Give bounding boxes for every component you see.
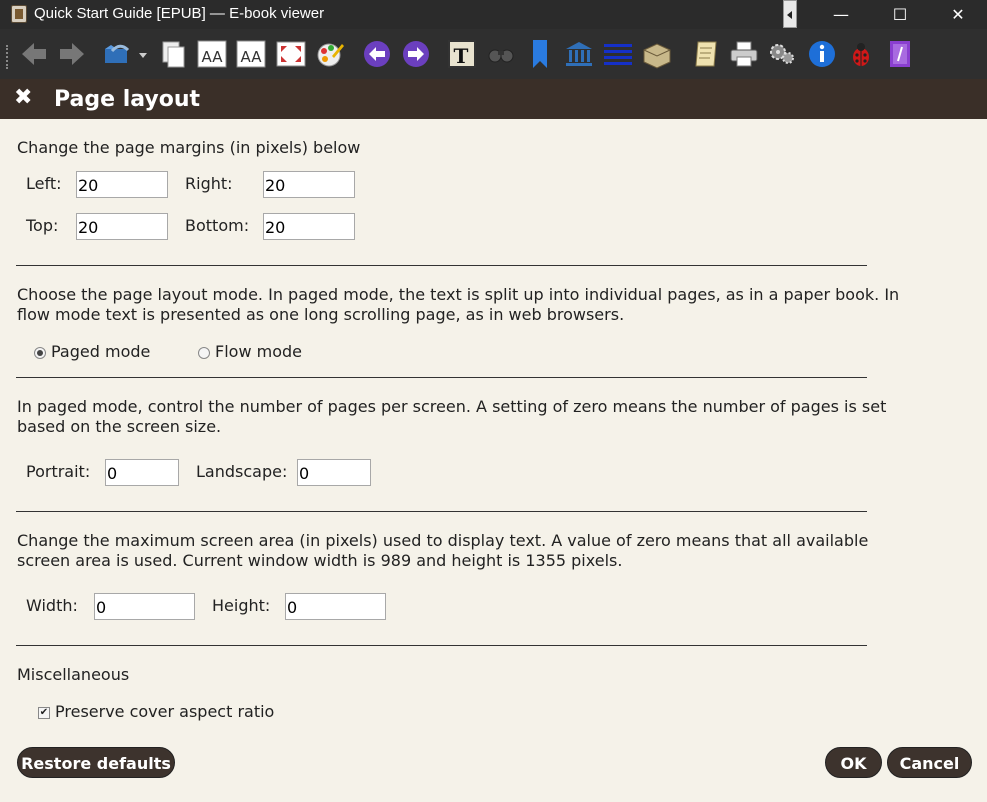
maximize-button[interactable]: ☐ <box>877 0 923 29</box>
layout-mode-description-line2: flow mode text is presented as one long … <box>17 305 625 324</box>
reference-mode-icon[interactable] <box>563 38 595 70</box>
paged-mode-label[interactable]: Paged mode <box>51 342 150 361</box>
section-divider <box>16 511 867 512</box>
restore-defaults-button[interactable]: Restore defaults <box>17 747 175 778</box>
forward-icon[interactable] <box>56 38 88 70</box>
window-title: Quick Start Guide [EPUB] — E-book viewer <box>34 5 325 22</box>
landscape-label: Landscape: <box>196 462 288 481</box>
fullscreen-icon[interactable] <box>275 38 307 70</box>
ok-button[interactable]: OK <box>825 747 882 778</box>
table-of-contents-icon[interactable] <box>602 38 634 70</box>
bottom-margin-input[interactable] <box>263 213 355 240</box>
open-ebook-icon[interactable] <box>102 38 134 70</box>
back-icon[interactable] <box>18 38 50 70</box>
top-margin-label: Top: <box>26 216 59 235</box>
page-layout-icon[interactable] <box>641 38 673 70</box>
panel-title: Page layout <box>54 87 201 112</box>
portrait-label: Portrait: <box>26 462 91 481</box>
left-margin-label: Left: <box>26 174 62 193</box>
app-icon <box>11 5 27 23</box>
pages-per-screen-description-line1: In paged mode, control the number of pag… <box>17 397 887 416</box>
miscellaneous-heading: Miscellaneous <box>17 665 130 684</box>
pages-per-screen-description-line2: based on the screen size. <box>17 417 222 436</box>
portrait-pages-input[interactable] <box>105 459 179 486</box>
max-height-input[interactable] <box>285 593 386 620</box>
next-page-icon[interactable] <box>400 38 432 70</box>
preferences-icon[interactable] <box>766 38 798 70</box>
find-icon[interactable] <box>485 38 517 70</box>
section-divider <box>16 265 867 266</box>
bookmark-icon[interactable] <box>524 38 556 70</box>
scroll-icon[interactable] <box>690 38 722 70</box>
screen-area-description-line2: screen area is used. Current window widt… <box>17 551 623 570</box>
previous-page-icon[interactable] <box>361 38 393 70</box>
theme-icon[interactable] <box>884 38 916 70</box>
font-larger-icon[interactable]: AA <box>196 38 228 70</box>
scroll-tab-handle[interactable] <box>783 0 797 28</box>
print-icon[interactable] <box>728 38 760 70</box>
preserve-cover-label[interactable]: Preserve cover aspect ratio <box>55 702 274 721</box>
flow-mode-radio[interactable] <box>198 347 210 359</box>
copy-icon[interactable] <box>158 38 190 70</box>
max-width-input[interactable] <box>94 593 195 620</box>
toolbar-grip-icon[interactable] <box>6 45 10 69</box>
paged-mode-radio[interactable] <box>34 347 46 359</box>
bottom-margin-label: Bottom: <box>185 216 250 235</box>
margins-heading: Change the page margins (in pixels) belo… <box>17 138 361 157</box>
screen-area-description-line1: Change the maximum screen area (in pixel… <box>17 531 869 550</box>
window-title-bar: Quick Start Guide [EPUB] — E-book viewer… <box>0 0 987 29</box>
svg-text:AA: AA <box>202 48 224 66</box>
toolbar: AA AA T <box>0 29 987 79</box>
height-label: Height: <box>212 596 271 615</box>
svg-text:T: T <box>454 44 469 68</box>
close-panel-icon[interactable]: ✖ <box>14 85 32 110</box>
section-divider <box>16 377 867 378</box>
font-settings-icon[interactable]: T <box>446 38 478 70</box>
flow-mode-label[interactable]: Flow mode <box>215 342 302 361</box>
width-label: Width: <box>26 596 78 615</box>
close-window-button[interactable]: ✕ <box>935 0 981 29</box>
layout-mode-description-line1: Choose the page layout mode. In paged mo… <box>17 285 900 304</box>
cancel-button[interactable]: Cancel <box>887 747 972 778</box>
section-divider <box>16 645 867 646</box>
right-margin-input[interactable] <box>263 171 355 198</box>
left-margin-input[interactable] <box>76 171 168 198</box>
dropdown-arrow-icon[interactable] <box>136 38 150 70</box>
panel-header: ✖ Page layout <box>0 79 987 119</box>
info-icon[interactable] <box>806 38 838 70</box>
minimize-button[interactable]: — <box>818 0 864 29</box>
svg-text:AA: AA <box>241 48 263 66</box>
debug-icon[interactable] <box>845 38 877 70</box>
right-margin-label: Right: <box>185 174 233 193</box>
top-margin-input[interactable] <box>76 213 168 240</box>
color-schemes-icon[interactable] <box>314 38 346 70</box>
font-smaller-icon[interactable]: AA <box>235 38 267 70</box>
preserve-cover-checkbox[interactable]: ✔ <box>38 707 50 719</box>
landscape-pages-input[interactable] <box>297 459 371 486</box>
